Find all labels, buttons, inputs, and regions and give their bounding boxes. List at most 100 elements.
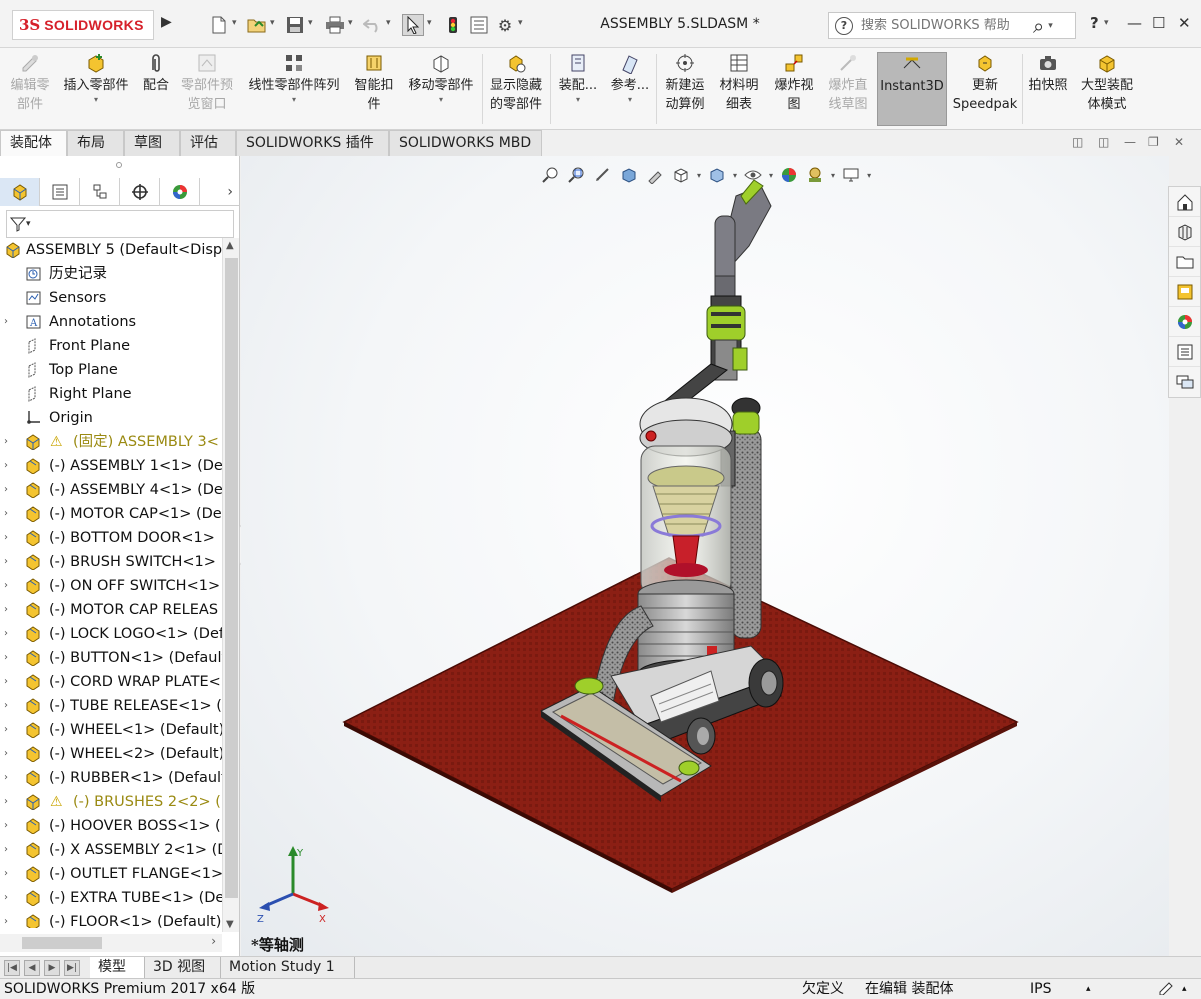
featuremanager-tab[interactable] bbox=[0, 178, 40, 206]
options-dropdown-icon[interactable]: ▾ bbox=[518, 18, 523, 28]
viewport-minimize-icon[interactable]: — bbox=[1124, 135, 1136, 149]
scroll-down-icon[interactable]: ▼ bbox=[226, 919, 234, 930]
open-document-icon[interactable] bbox=[246, 14, 268, 36]
reference-geometry-caret-icon[interactable]: ▾ bbox=[606, 95, 654, 105]
tree-expand-arrow-icon[interactable]: › bbox=[4, 454, 8, 478]
tree-item-component[interactable]: › (-) WHEEL<2> (Default) bbox=[0, 742, 222, 766]
solidworks-resources-home-icon[interactable] bbox=[1169, 187, 1200, 217]
red-cyclone-core[interactable] bbox=[672, 535, 700, 567]
last-tab-arrow-icon[interactable]: ▶| bbox=[64, 960, 80, 976]
tree-item-component[interactable]: › (-) MOTOR CAP<1> (De bbox=[0, 502, 222, 526]
open-dropdown-icon[interactable]: ▾ bbox=[270, 18, 275, 28]
tab-layout[interactable]: 布局 bbox=[67, 130, 124, 156]
smart-fasteners-button[interactable]: 智能扣 件 bbox=[350, 52, 398, 126]
scroll-thumb[interactable] bbox=[225, 258, 238, 898]
tree-expand-arrow-icon[interactable]: › bbox=[4, 790, 8, 814]
bill-of-materials-button[interactable]: 材料明 细表 bbox=[714, 52, 764, 126]
tree-item-top-plane[interactable]: Top Plane bbox=[0, 358, 222, 382]
tree-item-component[interactable]: › (-) FLOOR<1> (Default) bbox=[0, 910, 222, 928]
viewport-tile-left-icon[interactable]: ◫ bbox=[1072, 135, 1083, 149]
tree-item-right-plane[interactable]: Right Plane bbox=[0, 382, 222, 406]
search-magnifier-icon[interactable]: ⌕ bbox=[1033, 14, 1044, 38]
assembly-features-caret-icon[interactable]: ▾ bbox=[554, 95, 602, 105]
linear-pattern-button[interactable]: 线性零部件阵列 ▾ bbox=[242, 52, 346, 126]
tree-expand-arrow-icon[interactable]: › bbox=[4, 502, 8, 526]
tab-solidworks-mbd[interactable]: SOLIDWORKS MBD bbox=[389, 130, 542, 156]
insert-component-caret-icon[interactable]: ▾ bbox=[58, 95, 134, 105]
status-dropdown-icon[interactable]: ▴ bbox=[1182, 979, 1187, 999]
tree-item-component[interactable]: › (-) BUTTON<1> (Default bbox=[0, 646, 222, 670]
instant3d-toggle-button[interactable]: Instant3D bbox=[877, 52, 947, 126]
upper-green-ring[interactable] bbox=[706, 305, 746, 341]
tree-expand-arrow-icon[interactable]: › bbox=[4, 910, 8, 928]
help-dropdown-icon[interactable]: ▾ bbox=[1104, 18, 1109, 28]
viewport-close-icon[interactable]: ✕ bbox=[1174, 135, 1184, 149]
undo-dropdown-icon[interactable]: ▾ bbox=[386, 18, 391, 28]
tree-item-component[interactable]: › (-) RUBBER<1> (Default bbox=[0, 766, 222, 790]
tree-item-component[interactable]: › (-) BRUSH SWITCH<1> bbox=[0, 550, 222, 574]
tree-expand-arrow-icon[interactable]: › bbox=[4, 742, 8, 766]
tree-expand-arrow-icon[interactable]: › bbox=[4, 598, 8, 622]
tree-item-component[interactable]: › (-) LOCK LOGO<1> (Def bbox=[0, 622, 222, 646]
new-motion-study-button[interactable]: 新建运 动算例 bbox=[660, 52, 710, 126]
large-assembly-mode-button[interactable]: 大型装配 体模式 bbox=[1074, 52, 1140, 126]
tree-item-component[interactable]: › (-) OUTLET FLANGE<1> bbox=[0, 862, 222, 886]
undo-icon[interactable] bbox=[362, 14, 384, 36]
save-dropdown-icon[interactable]: ▾ bbox=[308, 18, 313, 28]
explode-line-sketch-button[interactable]: 爆炸直 线草图 bbox=[822, 52, 874, 126]
help-menu-button[interactable]: ? bbox=[1090, 14, 1099, 32]
hscroll-thumb[interactable] bbox=[22, 937, 102, 949]
dimxpertmanager-tab[interactable] bbox=[120, 178, 160, 206]
tree-expand-arrow-icon[interactable]: › bbox=[4, 886, 8, 910]
tree-expand-arrow-icon[interactable]: › bbox=[4, 694, 8, 718]
tree-item-component[interactable]: › (-) CORD WRAP PLATE< bbox=[0, 670, 222, 694]
tree-expand-arrow-icon[interactable]: › bbox=[4, 862, 8, 886]
tree-item-sensors[interactable]: Sensors bbox=[0, 286, 222, 310]
propertymanager-tab[interactable] bbox=[40, 178, 80, 206]
tree-item-component[interactable]: › (-) ASSEMBLY 1<1> (De bbox=[0, 454, 222, 478]
tree-item-component[interactable]: › (-) WHEEL<1> (Default) bbox=[0, 718, 222, 742]
assembly-features-button[interactable]: 装配... ▾ bbox=[554, 52, 602, 126]
tree-item-history[interactable]: 历史记录 bbox=[0, 262, 222, 286]
tree-expand-arrow-icon[interactable]: › bbox=[4, 766, 8, 790]
displaymanager-tab[interactable] bbox=[160, 178, 200, 206]
maximize-window-icon[interactable]: ☐ bbox=[1152, 14, 1165, 32]
linear-pattern-caret-icon[interactable]: ▾ bbox=[242, 95, 346, 105]
solidworks-forum-icon[interactable] bbox=[1169, 367, 1200, 397]
tab-assembly[interactable]: 装配体 bbox=[0, 130, 67, 156]
tree-item-origin[interactable]: Origin bbox=[0, 406, 222, 430]
tree-item-component[interactable]: › (-) BOTTOM DOOR<1> bbox=[0, 526, 222, 550]
tree-item-annotations[interactable]: › A Annotations bbox=[0, 310, 222, 334]
mate-button[interactable]: 配合 bbox=[138, 52, 174, 126]
more-tabs-chevron-icon[interactable]: › bbox=[227, 184, 233, 200]
component-preview-button[interactable]: 零部件预 览窗口 bbox=[176, 52, 238, 126]
new-document-icon[interactable] bbox=[208, 14, 230, 36]
cord-wrap-green-clip[interactable] bbox=[732, 347, 748, 371]
assembly-model-render[interactable] bbox=[241, 156, 1169, 956]
tree-item-front-plane[interactable]: Front Plane bbox=[0, 334, 222, 358]
help-search-input[interactable] bbox=[861, 18, 1031, 33]
tree-item-component[interactable]: › (-) MOTOR CAP RELEAS bbox=[0, 598, 222, 622]
print-icon[interactable] bbox=[324, 14, 346, 36]
menu-expand-arrow-icon[interactable]: ▶ bbox=[161, 14, 172, 30]
tab-solidworks-addins[interactable]: SOLIDWORKS 插件 bbox=[236, 130, 389, 156]
appearances-scenes-icon[interactable] bbox=[1169, 307, 1200, 337]
rebuild-status-icon[interactable] bbox=[1158, 979, 1174, 999]
tree-filter-box[interactable]: ▾ bbox=[6, 210, 234, 238]
help-search-box[interactable]: ? ⌕ ▾ bbox=[828, 12, 1076, 39]
tree-item-component[interactable]: › (-) X ASSEMBLY 2<1> (D bbox=[0, 838, 222, 862]
tree-item-component[interactable]: › ⚠ (-) BRUSHES 2<2> (D bbox=[0, 790, 222, 814]
file-properties-icon[interactable] bbox=[468, 14, 490, 36]
brush-switch-green[interactable] bbox=[574, 677, 604, 695]
tree-item-component[interactable]: › (-) ON OFF SWITCH<1> bbox=[0, 574, 222, 598]
tree-expand-arrow-icon[interactable]: › bbox=[4, 718, 8, 742]
tab-model[interactable]: 模型 bbox=[90, 957, 145, 979]
save-icon[interactable] bbox=[284, 14, 306, 36]
update-speedpak-button[interactable]: 更新 Speedpak bbox=[950, 52, 1020, 126]
select-cursor-icon[interactable] bbox=[402, 14, 424, 36]
tree-item-component[interactable]: › ⚠ (固定) ASSEMBLY 3< bbox=[0, 430, 222, 454]
tree-item-component[interactable]: › (-) EXTRA TUBE<1> (De bbox=[0, 886, 222, 910]
options-gear-icon[interactable]: ⚙ bbox=[494, 14, 516, 36]
snapshot-button[interactable]: 拍快照 bbox=[1024, 52, 1072, 126]
tree-item-component[interactable]: › (-) TUBE RELEASE<1> (D bbox=[0, 694, 222, 718]
